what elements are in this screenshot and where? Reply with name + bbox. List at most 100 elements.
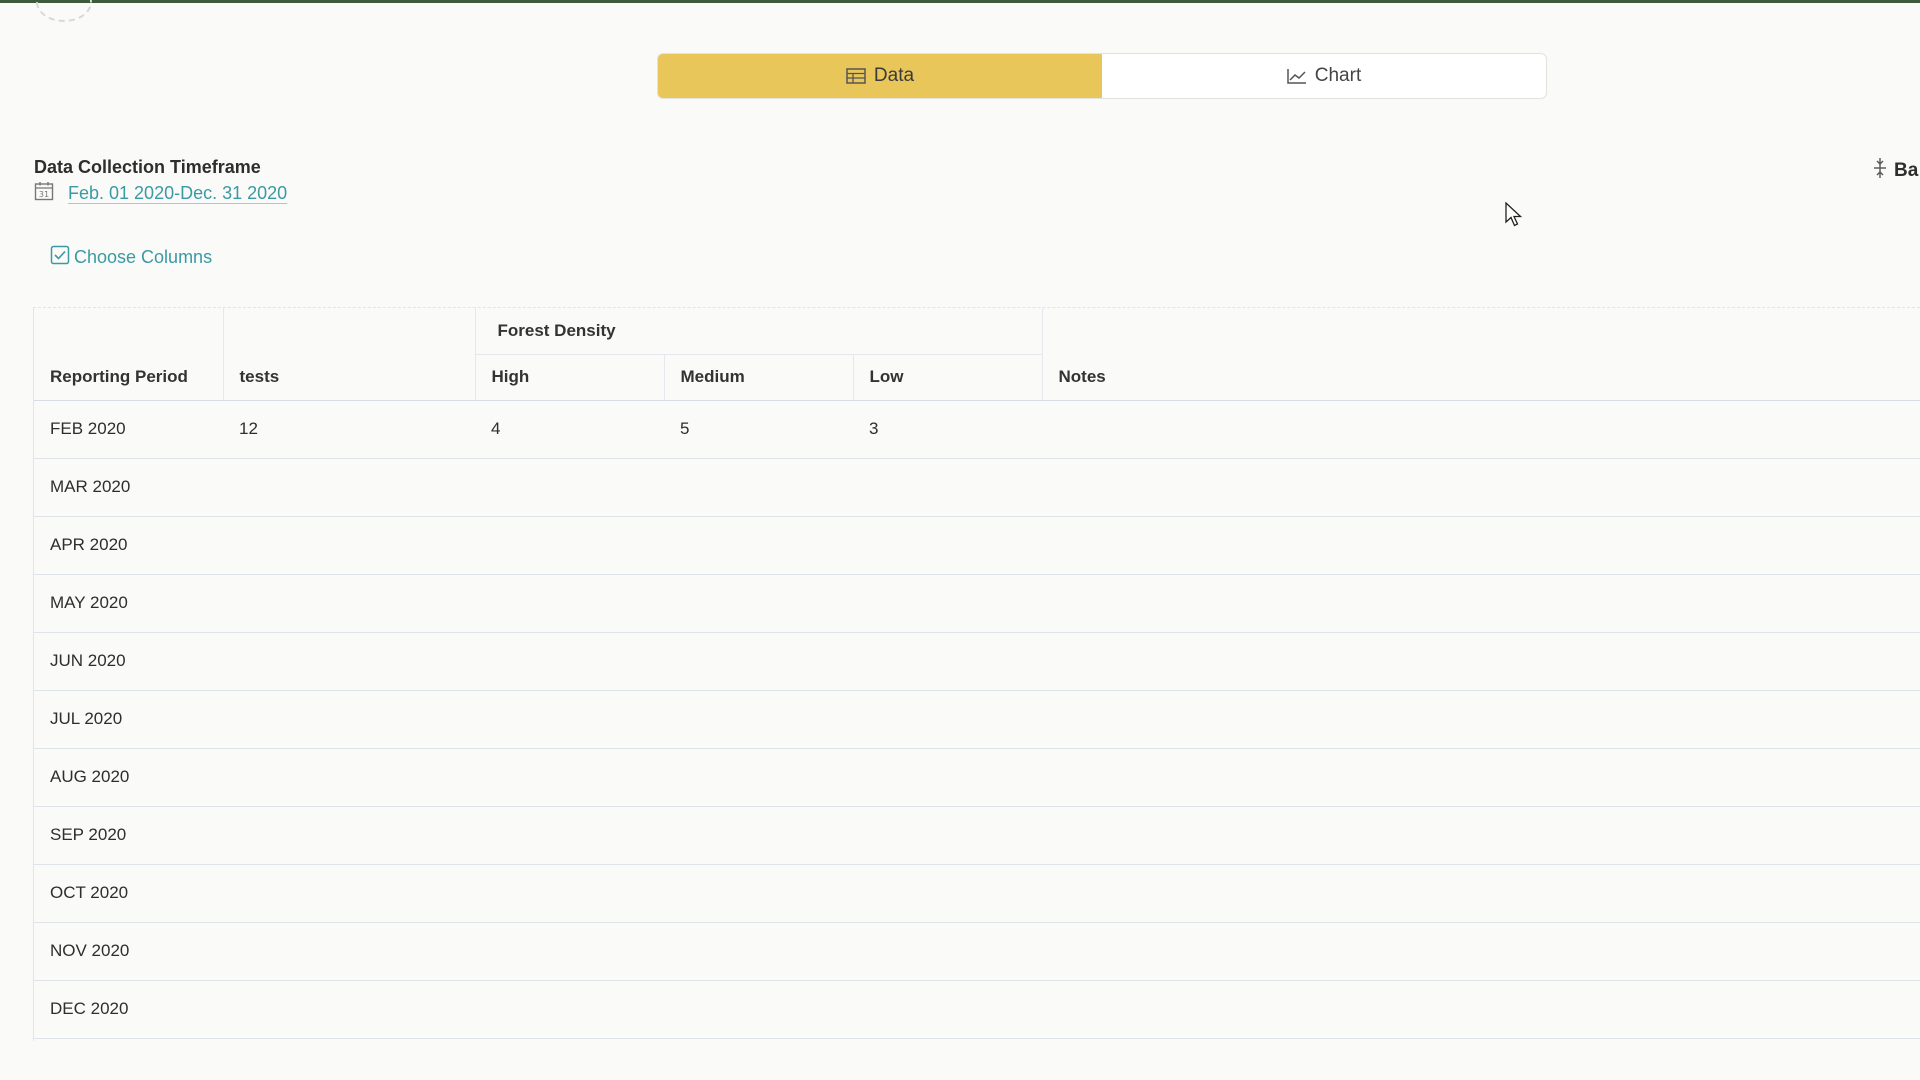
cell-period: SEP 2020: [34, 806, 223, 865]
cell-tests[interactable]: [223, 574, 475, 633]
cell-medium[interactable]: [664, 690, 853, 749]
cell-tests[interactable]: [223, 748, 475, 807]
table-row[interactable]: MAR 2020: [34, 458, 1920, 517]
collapse-icon: [1872, 157, 1888, 185]
cell-high[interactable]: [475, 632, 664, 691]
choose-columns-button[interactable]: Choose Columns: [50, 245, 212, 270]
table-row[interactable]: MAY 2020: [34, 574, 1920, 633]
chart-view-label: Chart: [1314, 65, 1362, 86]
cell-tests[interactable]: [223, 806, 475, 865]
date-range-link[interactable]: Feb. 01 2020-Dec. 31 2020: [68, 183, 287, 204]
cell-low[interactable]: 3: [853, 400, 1042, 459]
header-high[interactable]: High: [475, 354, 665, 401]
cell-high[interactable]: [475, 980, 664, 1039]
cell-tests[interactable]: [223, 632, 475, 691]
cell-notes[interactable]: [1042, 980, 1920, 1039]
cell-low[interactable]: [853, 864, 1042, 923]
cell-period: JUN 2020: [34, 632, 223, 691]
data-view-button[interactable]: Data: [658, 54, 1102, 98]
cell-notes[interactable]: [1042, 632, 1920, 691]
cell-period: MAY 2020: [34, 574, 223, 633]
cell-tests[interactable]: [223, 980, 475, 1039]
cell-medium[interactable]: [664, 516, 853, 575]
cell-low[interactable]: [853, 690, 1042, 749]
header-forest-density: Forest Density: [475, 308, 1043, 355]
cell-medium[interactable]: [664, 632, 853, 691]
header-notes[interactable]: Notes: [1042, 308, 1920, 401]
cell-medium[interactable]: [664, 458, 853, 517]
cell-low[interactable]: [853, 748, 1042, 807]
cell-low[interactable]: [853, 922, 1042, 981]
cell-period: DEC 2020: [34, 980, 223, 1039]
cell-period: AUG 2020: [34, 748, 223, 807]
table-row[interactable]: OCT 2020: [34, 864, 1920, 923]
cell-notes[interactable]: [1042, 922, 1920, 981]
view-toggle: Data Chart: [657, 53, 1547, 99]
header-tests[interactable]: tests: [223, 308, 476, 401]
table-row[interactable]: SEP 2020: [34, 806, 1920, 865]
svg-text:31: 31: [39, 190, 49, 199]
cell-high[interactable]: [475, 574, 664, 633]
cell-low[interactable]: [853, 516, 1042, 575]
cell-low[interactable]: [853, 806, 1042, 865]
line-chart-icon: [1287, 68, 1307, 84]
header-low[interactable]: Low: [853, 354, 1043, 401]
cell-tests[interactable]: 12: [223, 400, 475, 459]
cell-notes[interactable]: [1042, 574, 1920, 633]
cell-notes[interactable]: [1042, 806, 1920, 865]
cell-notes[interactable]: [1042, 864, 1920, 923]
cell-high[interactable]: [475, 458, 664, 517]
cell-low[interactable]: [853, 458, 1042, 517]
table-row[interactable]: JUL 2020: [34, 690, 1920, 749]
cell-high[interactable]: [475, 748, 664, 807]
data-view-label: Data: [873, 65, 915, 86]
mouse-cursor-icon: [1505, 201, 1523, 233]
header-reporting-period[interactable]: Reporting Period: [34, 308, 224, 401]
cell-high[interactable]: [475, 922, 664, 981]
cell-notes[interactable]: [1042, 690, 1920, 749]
cell-high[interactable]: [475, 806, 664, 865]
cell-low[interactable]: [853, 632, 1042, 691]
collapse-label: Ba: [1894, 160, 1919, 181]
chart-view-button[interactable]: Chart: [1102, 54, 1546, 98]
table-row[interactable]: FEB 2020 12 4 5 3: [34, 400, 1920, 459]
cell-high[interactable]: [475, 690, 664, 749]
timeframe-title: Data Collection Timeframe: [34, 157, 261, 177]
cell-high[interactable]: [475, 516, 664, 575]
cell-notes[interactable]: [1042, 400, 1920, 459]
cell-low[interactable]: [853, 980, 1042, 1039]
cell-tests[interactable]: [223, 864, 475, 923]
data-table: Reporting Period tests Forest Density No…: [34, 308, 1920, 1039]
header-medium[interactable]: Medium: [664, 354, 854, 401]
cell-tests[interactable]: [223, 690, 475, 749]
cell-period: JUL 2020: [34, 690, 223, 749]
calendar-icon: 31: [34, 181, 54, 206]
cell-medium[interactable]: [664, 922, 853, 981]
cell-tests[interactable]: [223, 458, 475, 517]
timeframe-row: 31 Feb. 01 2020-Dec. 31 2020: [34, 181, 287, 206]
cell-medium[interactable]: 5: [664, 400, 853, 459]
cell-tests[interactable]: [223, 516, 475, 575]
collapse-button[interactable]: Ba: [1872, 157, 1918, 185]
table-row[interactable]: AUG 2020: [34, 748, 1920, 807]
cell-medium[interactable]: [664, 980, 853, 1039]
table-body: FEB 2020 12 4 5 3 MAR 2020 APR 2020 MAY 2020 JUN…: [34, 400, 1920, 1039]
cell-high[interactable]: [475, 864, 664, 923]
table-row[interactable]: NOV 2020: [34, 922, 1920, 981]
table-row[interactable]: DEC 2020: [34, 980, 1920, 1039]
cell-period: FEB 2020: [34, 400, 223, 459]
data-table-container: Reporting Period tests Forest Density No…: [33, 307, 1920, 1041]
cell-medium[interactable]: [664, 748, 853, 807]
cell-medium[interactable]: [664, 806, 853, 865]
cell-low[interactable]: [853, 574, 1042, 633]
cell-high[interactable]: 4: [475, 400, 664, 459]
cell-notes[interactable]: [1042, 516, 1920, 575]
cell-notes[interactable]: [1042, 748, 1920, 807]
table-row[interactable]: JUN 2020: [34, 632, 1920, 691]
table-row[interactable]: APR 2020: [34, 516, 1920, 575]
cell-notes[interactable]: [1042, 458, 1920, 517]
cell-tests[interactable]: [223, 922, 475, 981]
cell-period: MAR 2020: [34, 458, 223, 517]
cell-medium[interactable]: [664, 574, 853, 633]
cell-medium[interactable]: [664, 864, 853, 923]
